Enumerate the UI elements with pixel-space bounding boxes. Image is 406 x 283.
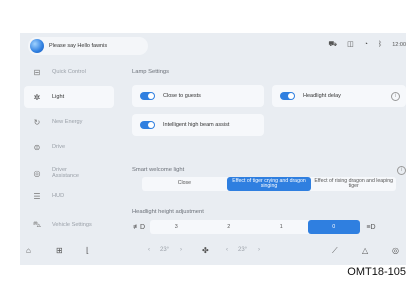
new-energy-icon: ↻ (33, 117, 41, 127)
hazard-icon[interactable]: △ (362, 246, 368, 255)
quick-control-icon: ⊟ (33, 67, 41, 77)
headlight-height-row: ≢D 3 2 1 0 ≡D (132, 220, 378, 234)
settings-sidebar: ⊟ Quick Control ✲ Light ↻ New Energy ⊜ D… (20, 59, 120, 239)
sidebar-item-label: HUD (52, 192, 65, 199)
car-icon: ⛟ (328, 41, 338, 48)
voice-assistant-icon[interactable] (30, 39, 44, 53)
left-temperature: 23° (160, 247, 170, 253)
drive-icon: ⊜ (33, 142, 41, 152)
clock-time: 12:00 (392, 42, 406, 48)
status-icons: ⛟ ◫ ◔ ᛒ 12:00 (328, 41, 406, 49)
close-to-guests-toggle[interactable] (140, 92, 155, 100)
welcome-option-close[interactable]: Close (142, 177, 227, 191)
high-beam-assist-card[interactable]: Intelligent high beam assist (132, 114, 264, 136)
info-icon[interactable]: i (397, 166, 406, 175)
voice-assistant-pill[interactable]: Please say Hello fawnis (28, 37, 148, 55)
seat-icon[interactable]: ⌊ (86, 246, 89, 255)
headlight-delay-toggle[interactable] (280, 92, 295, 100)
window-icon: ◫ (347, 41, 354, 48)
apps-icon[interactable]: ⊞ (56, 246, 63, 255)
sidebar-item-label: Vehicle Settings (52, 221, 92, 228)
sidebar-item-vehicle-settings[interactable]: ⛍ Vehicle Settings (24, 214, 114, 236)
bottom-dock: ⌂ ⊞ ⌊ ‹ 23° › ✤ ‹ 23° › ⟋ △ ◎ (20, 239, 406, 265)
sidebar-item-new-energy[interactable]: ↻ New Energy (24, 111, 114, 133)
light-icon: ✲ (33, 92, 41, 102)
welcome-light-selector: Close Effect of tiger crying and dragon … (142, 177, 396, 191)
height-option-0[interactable]: 0 (307, 220, 360, 234)
headlight-high-icon: ≡D (366, 223, 376, 231)
hud-icon: ☰ (33, 191, 41, 201)
driver-assistance-icon: ◎ (33, 168, 41, 178)
sidebar-item-light[interactable]: ✲ Light (24, 86, 114, 108)
info-icon[interactable]: i (391, 92, 400, 101)
sidebar-item-label: Driver Assistance (52, 166, 80, 180)
sidebar-item-label: Light (52, 93, 65, 100)
height-option-2[interactable]: 2 (203, 220, 256, 234)
sidebar-item-label: Drive (52, 143, 66, 150)
fan-icon[interactable]: ✤ (202, 246, 209, 255)
height-option-1[interactable]: 1 (255, 220, 308, 234)
vehicle-settings-icon: ⛍ (32, 220, 42, 229)
welcome-option-rising-dragon[interactable]: Effect of rising dragon and leaping tige… (311, 177, 396, 191)
sidebar-item-label: Quick Control (52, 68, 86, 75)
left-temp-decrease[interactable]: ‹ (148, 247, 150, 253)
right-temperature: 23° (238, 247, 248, 253)
right-temp-increase[interactable]: › (258, 247, 260, 253)
headlight-height-title: Headlight height adjustment (132, 209, 204, 215)
sidebar-item-hud[interactable]: ☰ HUD (24, 185, 114, 207)
lamp-settings-title: Lamp Settings (132, 69, 170, 75)
home-icon[interactable]: ⌂ (26, 246, 31, 255)
headlight-delay-card[interactable]: Headlight delay i (272, 85, 406, 107)
close-to-guests-card[interactable]: Close to guests (132, 85, 264, 107)
height-option-3[interactable]: 3 (150, 220, 203, 234)
close-to-guests-label: Close to guests (163, 93, 201, 99)
sidebar-item-driver-assistance[interactable]: ◎ Driver Assistance (24, 162, 114, 184)
high-beam-assist-toggle[interactable] (140, 121, 155, 129)
headlight-height-selector: 3 2 1 0 (150, 220, 360, 234)
top-status-bar: Please say Hello fawnis ⛟ ◫ ◔ ᛒ 12:00 (20, 33, 406, 59)
high-beam-assist-label: Intelligent high beam assist (163, 122, 230, 128)
sidebar-item-drive[interactable]: ⊜ Drive (24, 136, 114, 158)
wiper-icon[interactable]: ⟋ (332, 246, 338, 256)
welcome-option-tiger-dragon[interactable]: Effect of tiger crying and dragon singin… (226, 177, 312, 191)
smart-welcome-light-title: Smart welcome light (132, 167, 185, 173)
left-temp-increase[interactable]: › (180, 247, 182, 253)
light-settings-panel: Lamp Settings Close to guests Headlight … (132, 59, 406, 239)
vehicle-settings-screen: Please say Hello fawnis ⛟ ◫ ◔ ᛒ 12:00 ⊟ … (20, 33, 406, 265)
signal-icon: ◔ (363, 41, 369, 48)
sidebar-item-label: New Energy (52, 118, 83, 125)
headlight-low-icon: ≢D (132, 223, 146, 231)
headlight-delay-label: Headlight delay (303, 93, 341, 99)
sidebar-item-quick-control[interactable]: ⊟ Quick Control (24, 61, 114, 83)
vehicle-icon[interactable]: ◎ (392, 246, 399, 255)
bluetooth-icon: ᛒ (378, 41, 383, 48)
voice-assistant-prompt: Please say Hello fawnis (49, 43, 108, 49)
right-temp-decrease[interactable]: ‹ (226, 247, 228, 253)
figure-caption: OMT18-105 (347, 266, 406, 278)
